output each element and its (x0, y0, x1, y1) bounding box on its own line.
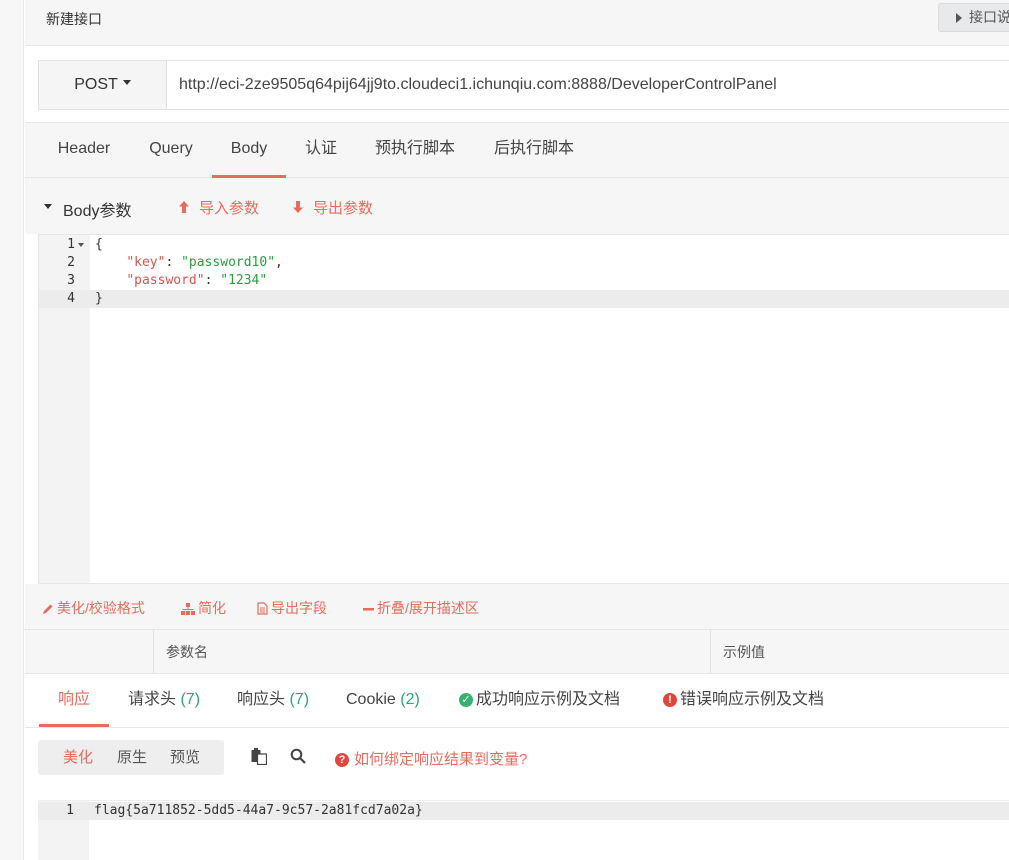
fold-description-button[interactable]: 折叠/展开描述区 (363, 598, 479, 618)
question-circle-icon: ? (335, 753, 349, 767)
body-params-header: Body参数 导入参数 导出参数 (25, 178, 1009, 234)
body-code-editor[interactable]: 1 { 2 "key": "password10", 3 "password":… (38, 234, 1009, 584)
play-icon (956, 13, 962, 23)
pencil-icon (43, 604, 53, 614)
search-icon[interactable] (290, 748, 306, 764)
api-doc-button[interactable]: 接口说 (938, 3, 1009, 32)
response-tabs: 响应 请求头 (7) 响应头 (7) Cookie (2) ✓ 成功响应示例及文档… (25, 674, 1009, 728)
code-line: 1 { (67, 237, 103, 252)
tab-cookie[interactable]: Cookie (2) (346, 674, 420, 727)
url-input[interactable]: http://eci-2ze9505q64pij64jj9to.cloudeci… (179, 61, 777, 109)
tab-body[interactable]: Body (212, 123, 286, 178)
page-title: 新建接口 (46, 11, 102, 27)
check-circle-icon: ✓ (459, 693, 473, 707)
file-icon (257, 602, 268, 615)
beautify-button[interactable]: 美化/校验格式 (42, 598, 145, 618)
method-select[interactable]: POST (39, 61, 167, 109)
tab-success-doc[interactable]: ✓ 成功响应示例及文档 (459, 674, 620, 727)
format-toggle-group: 美化 原生 预览 (38, 740, 224, 775)
tab-error-doc[interactable]: ! 错误响应示例及文档 (663, 674, 824, 727)
param-name-header: 参数名 (153, 630, 710, 673)
output-line: 1 flag{5a711852-5dd5-44a7-9c57-2a81fcd7a… (38, 802, 1009, 820)
bind-variable-help-link[interactable]: ? 如何绑定响应结果到变量? (335, 748, 527, 769)
code-line: 2 "key": "password10", (67, 255, 283, 270)
format-raw[interactable]: 原生 (117, 740, 147, 775)
sitemap-icon (181, 603, 195, 615)
collapse-caret-icon[interactable] (44, 204, 52, 209)
export-fields-button[interactable]: 导出字段 (257, 598, 327, 618)
title-bar: 新建接口 接口说 (25, 0, 1009, 46)
example-value-header: 示例值 (710, 630, 1009, 673)
code-line: 3 "password": "1234" (67, 273, 268, 288)
response-toolbar: 美化 原生 预览 ? 如何绑定响应结果到变量? (25, 728, 1009, 788)
exclamation-circle-icon: ! (663, 693, 677, 707)
tab-pre-script[interactable]: 预执行脚本 (365, 123, 465, 178)
tab-header[interactable]: Header (46, 123, 122, 178)
tab-post-script[interactable]: 后执行脚本 (484, 123, 584, 178)
arrow-up-icon (179, 201, 189, 213)
export-params-link[interactable]: 导出参数 (313, 197, 373, 218)
url-bar: POST http://eci-2ze9505q64pij64jj9to.clo… (38, 60, 1009, 110)
fold-icon[interactable] (78, 243, 84, 247)
tab-request-headers[interactable]: 请求头 (7) (128, 674, 200, 727)
request-tabs: Header Query Body 认证 预执行脚本 后执行脚本 (25, 122, 1009, 178)
minus-icon (363, 608, 374, 611)
response-flag-text: flag{5a711852-5dd5-44a7-9c57-2a81fcd7a02… (94, 803, 423, 818)
tab-query[interactable]: Query (136, 123, 206, 178)
tab-auth[interactable]: 认证 (298, 123, 344, 178)
simplify-button[interactable]: 简化 (181, 598, 226, 618)
arrow-down-icon (293, 201, 303, 213)
import-params-link[interactable]: 导入参数 (199, 197, 259, 218)
param-table-header: 参数名 示例值 (25, 630, 1009, 674)
copy-icon[interactable] (251, 748, 267, 765)
caret-down-icon (122, 80, 131, 86)
tab-response-headers[interactable]: 响应头 (7) (237, 674, 309, 727)
format-beautify[interactable]: 美化 (63, 740, 93, 775)
response-output[interactable]: 1 flag{5a711852-5dd5-44a7-9c57-2a81fcd7a… (38, 800, 1009, 860)
api-editor-panel: 新建接口 接口说 POST http://eci-2ze9505q64pij64… (25, 0, 1009, 860)
code-line-active: 4 } (39, 290, 1009, 308)
body-params-label: Body参数 (63, 203, 132, 220)
left-sidebar-strip (0, 0, 24, 860)
tab-response[interactable]: 响应 (39, 674, 109, 727)
format-preview[interactable]: 预览 (170, 740, 200, 775)
editor-toolbar: 美化/校验格式 简化 导出字段 折叠/展开描述区 (25, 584, 1009, 630)
